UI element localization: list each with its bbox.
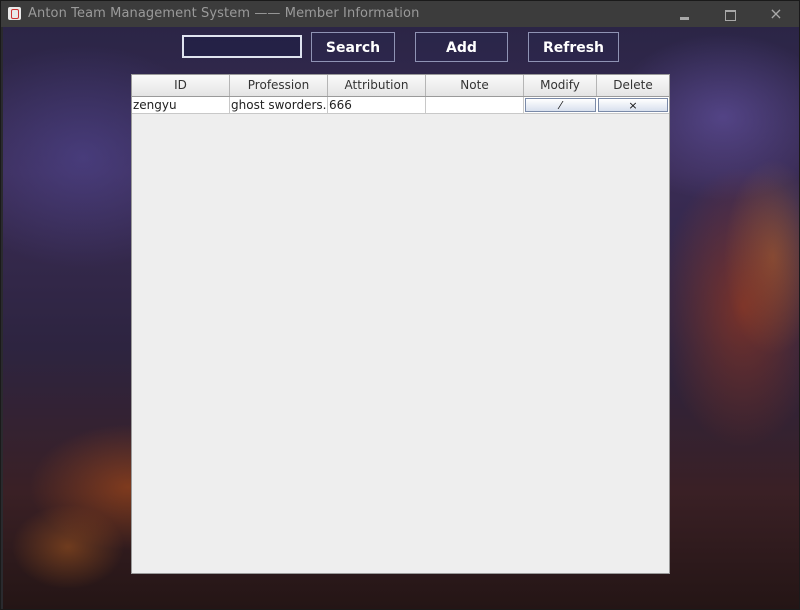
maximize-button[interactable]: [715, 3, 745, 25]
maximize-icon: [725, 10, 736, 21]
close-button[interactable]: ×: [761, 3, 791, 25]
window-title: Anton Team Management System —— Member I…: [28, 6, 420, 21]
column-header-note[interactable]: Note: [426, 75, 524, 96]
title-bar: Anton Team Management System —— Member I…: [1, 1, 799, 27]
cell-id[interactable]: zengyu: [132, 97, 230, 113]
app-window: Anton Team Management System —— Member I…: [0, 0, 800, 610]
table-header: ID Profession Attribution Note Modify De…: [132, 75, 669, 97]
cell-attribution[interactable]: 666: [328, 97, 426, 113]
column-header-attribution[interactable]: Attribution: [328, 75, 426, 96]
member-table[interactable]: ID Profession Attribution Note Modify De…: [131, 74, 670, 574]
table-row[interactable]: zengyu ghost sworders... 666 ⁄ ×: [132, 97, 669, 114]
search-button[interactable]: Search: [311, 32, 395, 62]
column-header-delete[interactable]: Delete: [597, 75, 669, 96]
search-input[interactable]: [182, 35, 302, 58]
modify-button[interactable]: ⁄: [525, 98, 596, 112]
cell-profession[interactable]: ghost sworders...: [230, 97, 328, 113]
add-button[interactable]: Add: [415, 32, 508, 62]
column-header-modify[interactable]: Modify: [524, 75, 597, 96]
refresh-button[interactable]: Refresh: [528, 32, 619, 62]
delete-button[interactable]: ×: [598, 98, 668, 112]
pencil-icon: ⁄: [559, 99, 562, 112]
java-app-icon: [8, 7, 21, 20]
column-header-id[interactable]: ID: [132, 75, 230, 96]
column-header-profession[interactable]: Profession: [230, 75, 328, 96]
minimize-icon: [680, 17, 689, 20]
cell-note[interactable]: [426, 97, 524, 113]
minimize-button[interactable]: [669, 3, 699, 25]
delete-icon: ×: [628, 99, 638, 112]
